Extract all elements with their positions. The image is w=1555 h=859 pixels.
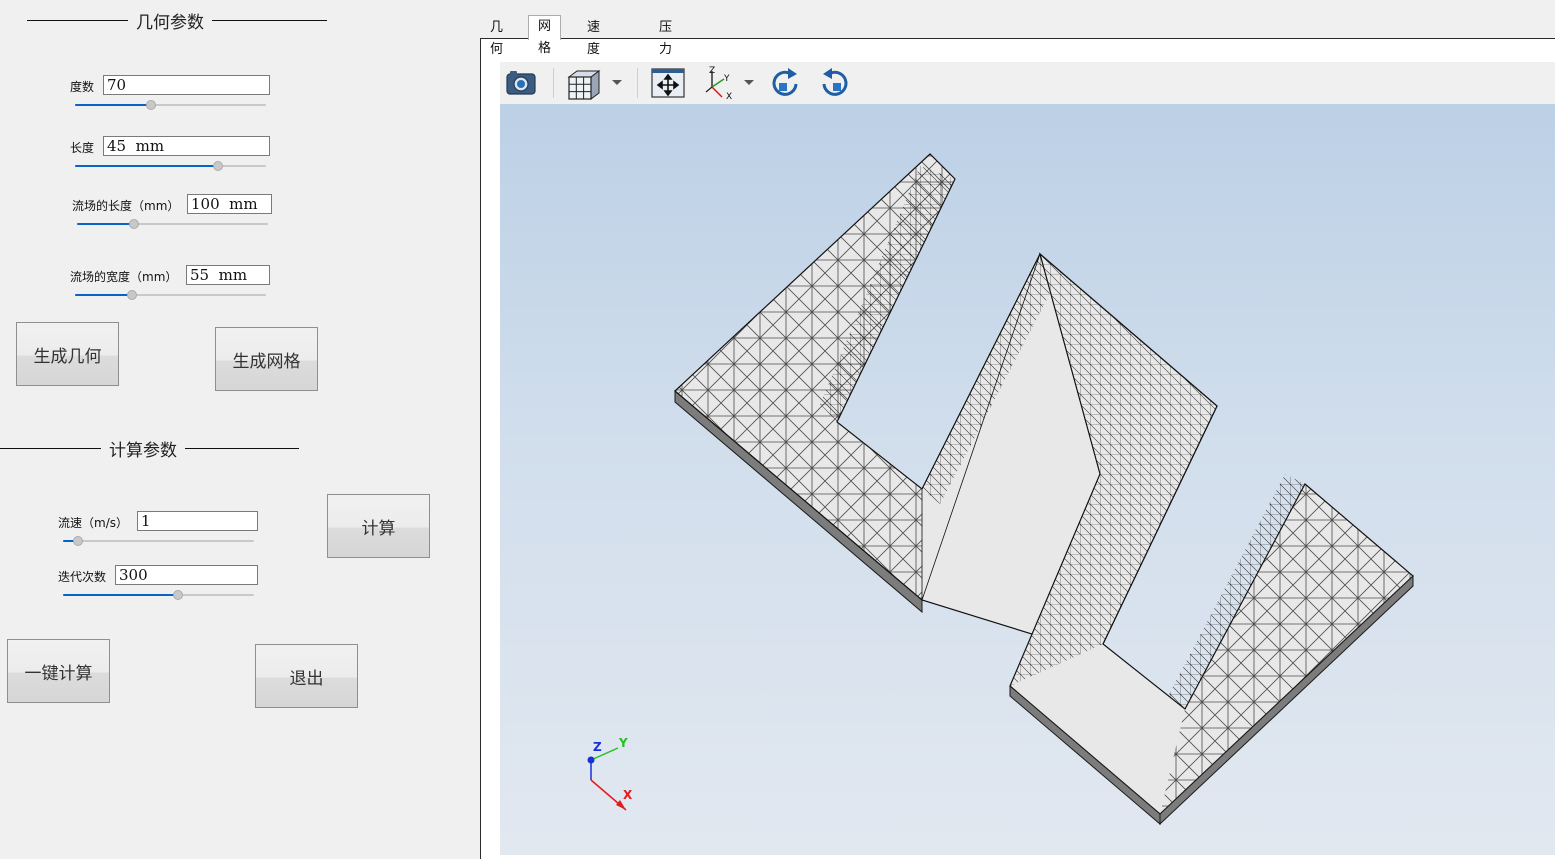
- toolbar-separator: [553, 68, 554, 98]
- field-length-input[interactable]: 100 mm: [187, 194, 272, 214]
- length-slider[interactable]: [75, 160, 266, 172]
- field-width-slider[interactable]: [75, 289, 266, 301]
- rotate-clockwise-icon[interactable]: [768, 65, 804, 101]
- geometry-group-title: 几何参数: [128, 8, 212, 33]
- axis-x-label: X: [623, 788, 633, 802]
- axis-triad: [587, 747, 627, 811]
- mesh-viewport[interactable]: Z Y X: [500, 104, 1555, 855]
- rotate-counterclockwise-icon[interactable]: [816, 65, 852, 101]
- generate-mesh-button[interactable]: 生成网格: [215, 327, 318, 391]
- tab-mesh[interactable]: 网格: [528, 15, 562, 56]
- slider-thumb[interactable]: [213, 161, 224, 171]
- slider-thumb[interactable]: [172, 590, 183, 600]
- param-label-field-length: 流场的长度（mm）: [72, 199, 180, 213]
- param-label-velocity: 流速（m/s）: [58, 516, 128, 530]
- chevron-down-icon[interactable]: [744, 80, 754, 85]
- length-input[interactable]: 45 mm: [103, 136, 270, 156]
- degree-slider[interactable]: [75, 99, 266, 111]
- slider-thumb[interactable]: [73, 536, 84, 546]
- generate-geometry-button[interactable]: 生成几何: [16, 322, 119, 386]
- toolbar-separator: [637, 68, 638, 98]
- axes-orientation-icon[interactable]: Z Y X: [702, 65, 738, 102]
- svg-text:X: X: [726, 92, 732, 101]
- slider-thumb[interactable]: [127, 290, 138, 300]
- mesh-model: [674, 153, 1414, 826]
- compute-button[interactable]: 计算: [327, 494, 430, 558]
- exit-button[interactable]: 退出: [255, 644, 358, 708]
- svg-text:Z: Z: [709, 66, 715, 76]
- axis-z-label: Z: [593, 740, 602, 754]
- iterations-slider[interactable]: [63, 589, 254, 601]
- iterations-input[interactable]: 300: [115, 565, 258, 585]
- viewer-toolbar: Z Y X: [500, 62, 1555, 105]
- tab-velocity-contour[interactable]: 速度云图: [578, 17, 609, 101]
- fit-view-icon[interactable]: [650, 65, 686, 101]
- tab-pressure-contour[interactable]: 压力云图: [650, 17, 681, 101]
- mesh-view-icon[interactable]: [566, 65, 602, 101]
- axis-y-label: Y: [619, 736, 628, 750]
- degree-input[interactable]: 70: [103, 75, 270, 95]
- velocity-input[interactable]: 1: [137, 511, 258, 531]
- param-label-length: 长度: [70, 141, 95, 155]
- field-length-slider[interactable]: [77, 218, 268, 230]
- field-width-input[interactable]: 55 mm: [186, 265, 270, 285]
- velocity-slider[interactable]: [63, 535, 254, 547]
- one-click-compute-button[interactable]: 一键计算: [7, 639, 110, 703]
- svg-text:Y: Y: [723, 74, 730, 84]
- chevron-down-icon[interactable]: [612, 80, 622, 85]
- slider-thumb[interactable]: [146, 100, 157, 110]
- tab-geometry[interactable]: 几何: [481, 17, 512, 57]
- compute-group-title: 计算参数: [101, 436, 185, 461]
- param-label-iterations: 迭代次数: [58, 570, 107, 584]
- camera-icon[interactable]: [503, 65, 539, 101]
- slider-thumb[interactable]: [129, 219, 140, 229]
- param-label-field-width: 流场的宽度（mm）: [70, 270, 178, 284]
- param-label-degree: 度数: [70, 80, 95, 94]
